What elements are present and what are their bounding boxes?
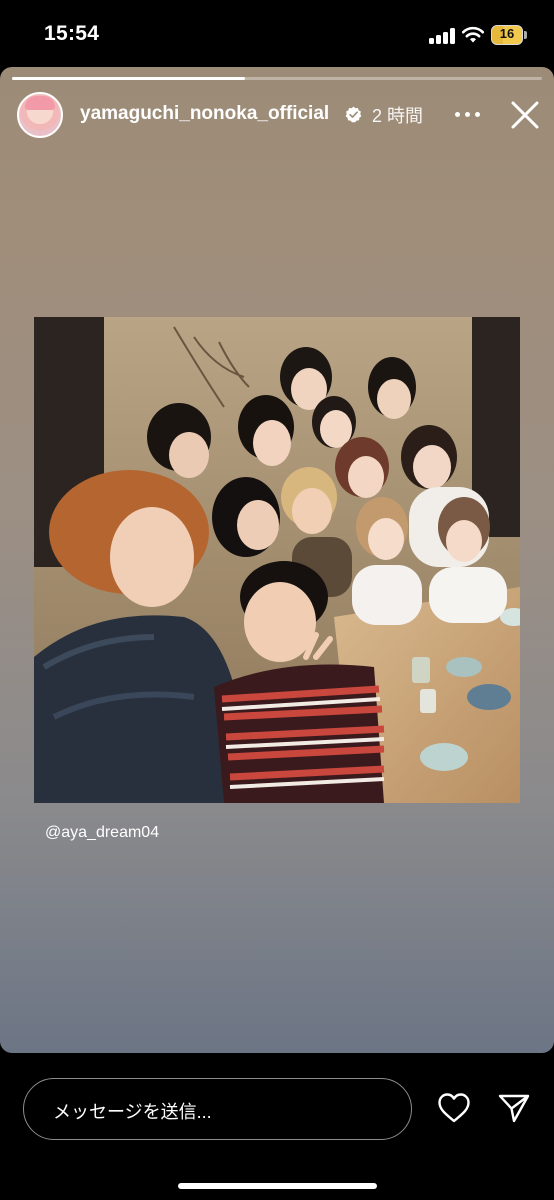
avatar[interactable] — [17, 92, 63, 138]
home-indicator[interactable] — [178, 1183, 377, 1189]
heart-icon[interactable] — [437, 1092, 471, 1124]
story-progress-fill — [12, 77, 246, 80]
close-icon[interactable] — [510, 100, 540, 130]
story-progress-bar — [12, 77, 542, 80]
story-card[interactable]: yamaguchi_nonoka_official 2 時間 @aya_drea… — [0, 67, 554, 1053]
status-bar: 15:54 16 — [0, 0, 554, 68]
verified-badge-icon — [345, 106, 362, 123]
story-username[interactable]: yamaguchi_nonoka_official — [80, 103, 329, 125]
cellular-signal-icon — [429, 28, 455, 44]
status-time: 15:54 — [44, 22, 100, 45]
wifi-icon — [461, 26, 485, 43]
battery-level: 16 — [499, 26, 515, 41]
story-photo[interactable] — [34, 317, 520, 803]
message-input[interactable]: メッセージを送信... — [23, 1078, 412, 1140]
message-placeholder: メッセージを送信... — [53, 1102, 212, 1122]
paper-plane-icon[interactable] — [497, 1092, 531, 1124]
story-timestamp: 2 時間 — [372, 106, 424, 126]
more-horizontal-icon[interactable] — [455, 112, 481, 118]
photo-mention-caption[interactable]: @aya_dream04 — [45, 824, 159, 842]
battery-icon: 16 — [491, 25, 527, 45]
